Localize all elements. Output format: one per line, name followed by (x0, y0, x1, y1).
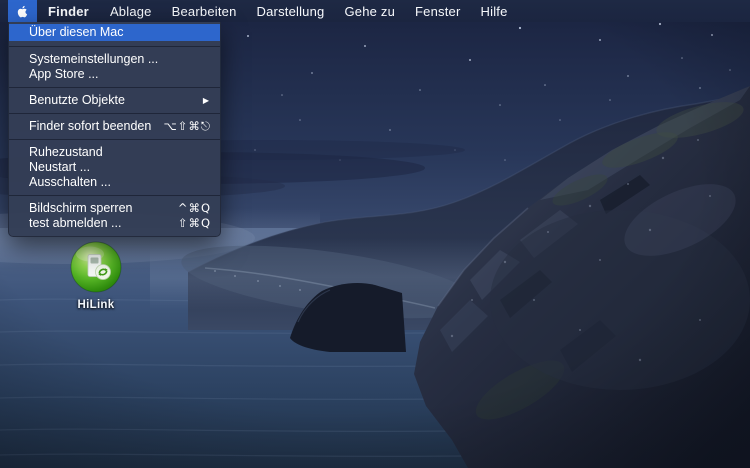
menu-item-label: test abmelden ... (29, 216, 121, 231)
menu-separator (9, 87, 220, 88)
menubar-item-finder[interactable]: Finder (37, 0, 100, 22)
desktop-screen: HiLink FinderAblageBearbeitenDarstellung… (0, 0, 750, 468)
menu-separator (9, 113, 220, 114)
menubar-item-hilfe[interactable]: Hilfe (471, 0, 518, 22)
menu-separator (9, 46, 220, 47)
menubar-item-ablage[interactable]: Ablage (100, 0, 162, 22)
menu-separator (9, 195, 220, 196)
menubar-item-fenster[interactable]: Fenster (405, 0, 470, 22)
menubar-item-gehe-zu[interactable]: Gehe zu (334, 0, 405, 22)
menu-item-shortcut: ^⌘Q (178, 201, 211, 216)
menu-item-über-diesen-mac[interactable]: Über diesen Mac (9, 24, 220, 41)
menu-item-shortcut: ⇧⌘Q (178, 216, 211, 231)
menu-item-label: Benutzte Objekte (29, 93, 125, 108)
menu-separator (9, 139, 220, 140)
menu-item-finder-sofort-beenden[interactable]: Finder sofort beenden ⌥⇧⌘⎋ (9, 119, 220, 134)
menu-bar: FinderAblageBearbeitenDarstellungGehe zu… (0, 0, 750, 22)
menu-item-label: Ausschalten ... (29, 175, 111, 190)
menu-item-label: Systemeinstellungen ... (29, 52, 158, 67)
menu-item-label: Finder sofort beenden (29, 119, 151, 134)
apple-menu-panel: Über diesen Mac Systemeinstellungen ... … (8, 22, 221, 237)
hilink-app-icon (70, 241, 122, 293)
desktop-icon-hilink[interactable]: HiLink (66, 241, 126, 311)
menu-item-test-abmelden[interactable]: test abmelden ... ⇧⌘Q (9, 216, 220, 231)
menu-item-label: Ruhezustand (29, 145, 103, 160)
menu-item-ausschalten[interactable]: Ausschalten ... (9, 175, 220, 190)
menu-item-app-store[interactable]: App Store ... (9, 67, 220, 82)
apple-logo-icon (16, 4, 29, 19)
submenu-arrow-icon: ▶ (203, 93, 211, 108)
menu-item-bildschirm-sperren[interactable]: Bildschirm sperren ^⌘Q (9, 201, 220, 216)
desktop-icon-label: HiLink (66, 299, 126, 311)
menubar-item-bearbeiten[interactable]: Bearbeiten (162, 0, 247, 22)
menu-item-label: Bildschirm sperren (29, 201, 133, 216)
menu-item-neustart[interactable]: Neustart ... (9, 160, 220, 175)
menu-item-shortcut: ⌥⇧⌘⎋ (164, 119, 211, 134)
menu-item-ruhezustand[interactable]: Ruhezustand (9, 145, 220, 160)
menu-item-label: Über diesen Mac (29, 24, 124, 41)
menu-item-benutzte-objekte[interactable]: Benutzte Objekte ▶ (9, 93, 220, 108)
apple-menu-button[interactable] (8, 0, 37, 22)
menu-item-systemeinstellungen[interactable]: Systemeinstellungen ... (9, 52, 220, 67)
menu-item-label: Neustart ... (29, 160, 90, 175)
menu-item-label: App Store ... (29, 67, 98, 82)
menubar-item-darstellung[interactable]: Darstellung (247, 0, 335, 22)
